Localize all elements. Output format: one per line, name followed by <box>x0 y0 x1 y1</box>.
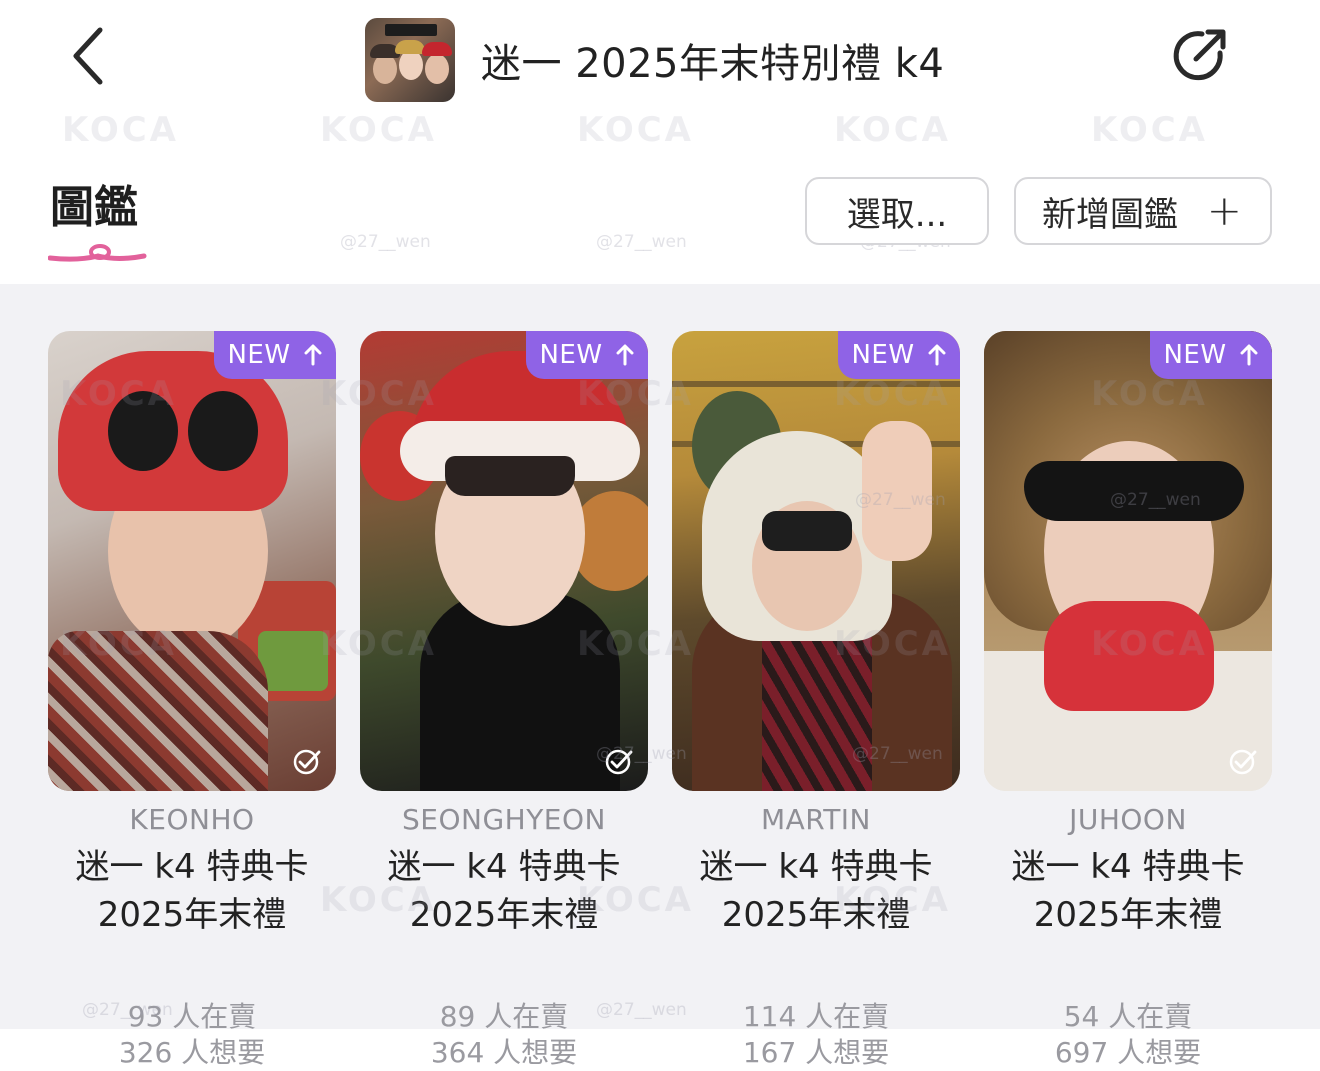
card-member-name: MARTIN <box>760 803 872 836</box>
card-wanting-count: 326 人想要 <box>118 1036 266 1069</box>
check-circle-icon[interactable] <box>292 747 322 777</box>
set-title-group: 迷一 2025年末特別禮 k4 <box>365 18 944 102</box>
share-button[interactable] <box>1168 26 1232 86</box>
tab-collection-label: 圖鑑 <box>50 182 138 233</box>
card-title: 迷一 k4 特典卡 2025年末禮 <box>1011 847 1245 935</box>
card-photo[interactable]: NEW <box>672 331 960 791</box>
card-photo[interactable]: NEW <box>48 331 336 791</box>
arrow-up-icon <box>304 344 322 366</box>
new-badge-label: NEW <box>1163 340 1227 370</box>
card-wanting-count: 167 人想要 <box>742 1036 890 1069</box>
arrow-up-icon <box>616 344 634 366</box>
card-selling-count: 114 人在賣 <box>742 1000 890 1033</box>
thumbnail-label-strip <box>385 24 437 36</box>
add-collection-label: 新增圖鑑 <box>1042 194 1178 235</box>
new-badge: NEW <box>214 331 336 379</box>
add-collection-button[interactable]: 新增圖鑑 + <box>1014 177 1272 245</box>
new-badge-label: NEW <box>539 340 603 370</box>
arrow-up-icon <box>1240 344 1258 366</box>
plus-icon: + <box>1206 186 1242 235</box>
card-title: 迷一 k4 特典卡 2025年末禮 <box>387 847 621 935</box>
new-badge-label: NEW <box>227 340 291 370</box>
card-selling-count: 54 人在賣 <box>1063 1000 1193 1033</box>
card-title: 迷一 k4 特典卡 2025年末禮 <box>699 847 933 935</box>
card-title: 迷一 k4 特典卡 2025年末禮 <box>75 847 309 935</box>
new-badge: NEW <box>1150 331 1272 379</box>
chevron-left-icon <box>73 27 103 85</box>
card-grid: NEW KEONHO 迷一 k4 特典卡 2025年末禮 93 人在賣 326 … <box>0 284 1320 1069</box>
check-circle-icon[interactable] <box>1228 747 1258 777</box>
select-button-label: 選取... <box>846 194 948 235</box>
page-title: 迷一 2025年末特別禮 k4 <box>481 41 945 87</box>
tab-collection[interactable]: 圖鑑 <box>48 180 150 262</box>
new-badge: NEW <box>526 331 648 379</box>
back-button[interactable] <box>60 24 116 88</box>
new-badge-label: NEW <box>851 340 915 370</box>
tab-underline-indicator <box>48 244 147 262</box>
card-selling-count: 89 人在賣 <box>439 1000 569 1033</box>
card-selling-count: 93 人在賣 <box>127 1000 257 1033</box>
share-icon <box>1173 29 1226 81</box>
select-button[interactable]: 選取... <box>805 177 989 245</box>
card-photo[interactable]: NEW <box>360 331 648 791</box>
arrow-up-icon <box>928 344 946 366</box>
set-thumbnail[interactable] <box>365 18 455 102</box>
watermark-handle: @27__wen <box>596 232 687 252</box>
card-photo[interactable]: NEW <box>984 331 1272 791</box>
watermark-handle: @27__wen <box>340 232 431 252</box>
card-member-name: SEONGHYEON <box>402 803 606 836</box>
card-member-name: KEONHO <box>129 803 255 836</box>
card-wanting-count: 364 人想要 <box>430 1036 578 1069</box>
card-wanting-count: 697 人想要 <box>1054 1036 1202 1069</box>
top-bar: 迷一 2025年末特別禮 k4 <box>0 0 1320 120</box>
card-member-name: JUHOON <box>1069 803 1187 836</box>
check-circle-icon[interactable] <box>604 747 634 777</box>
new-badge: NEW <box>838 331 960 379</box>
